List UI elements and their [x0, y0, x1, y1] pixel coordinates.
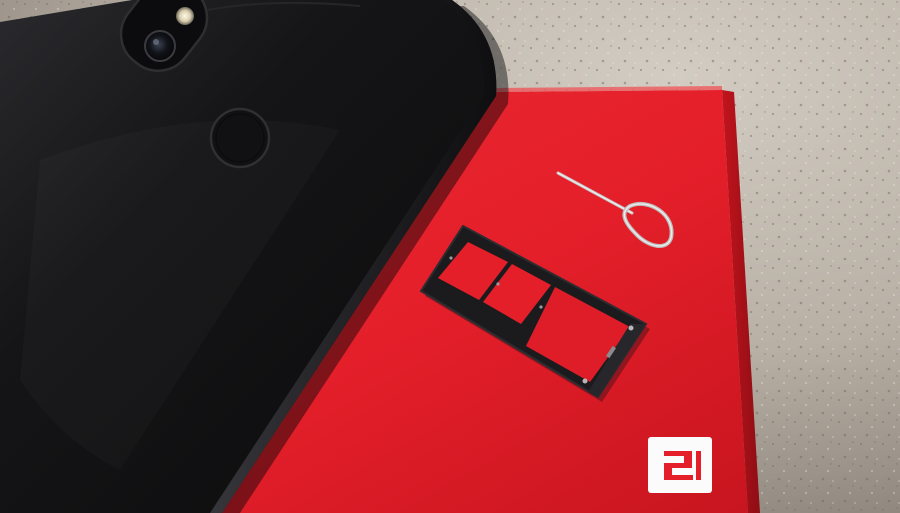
flash-icon: [176, 7, 194, 25]
scene-svg: [0, 0, 900, 513]
photo-scene: [0, 0, 900, 513]
camera-lens-icon: [144, 30, 176, 62]
fingerprint-sensor-icon: [209, 107, 271, 169]
brand-logo-icon: [648, 437, 712, 493]
